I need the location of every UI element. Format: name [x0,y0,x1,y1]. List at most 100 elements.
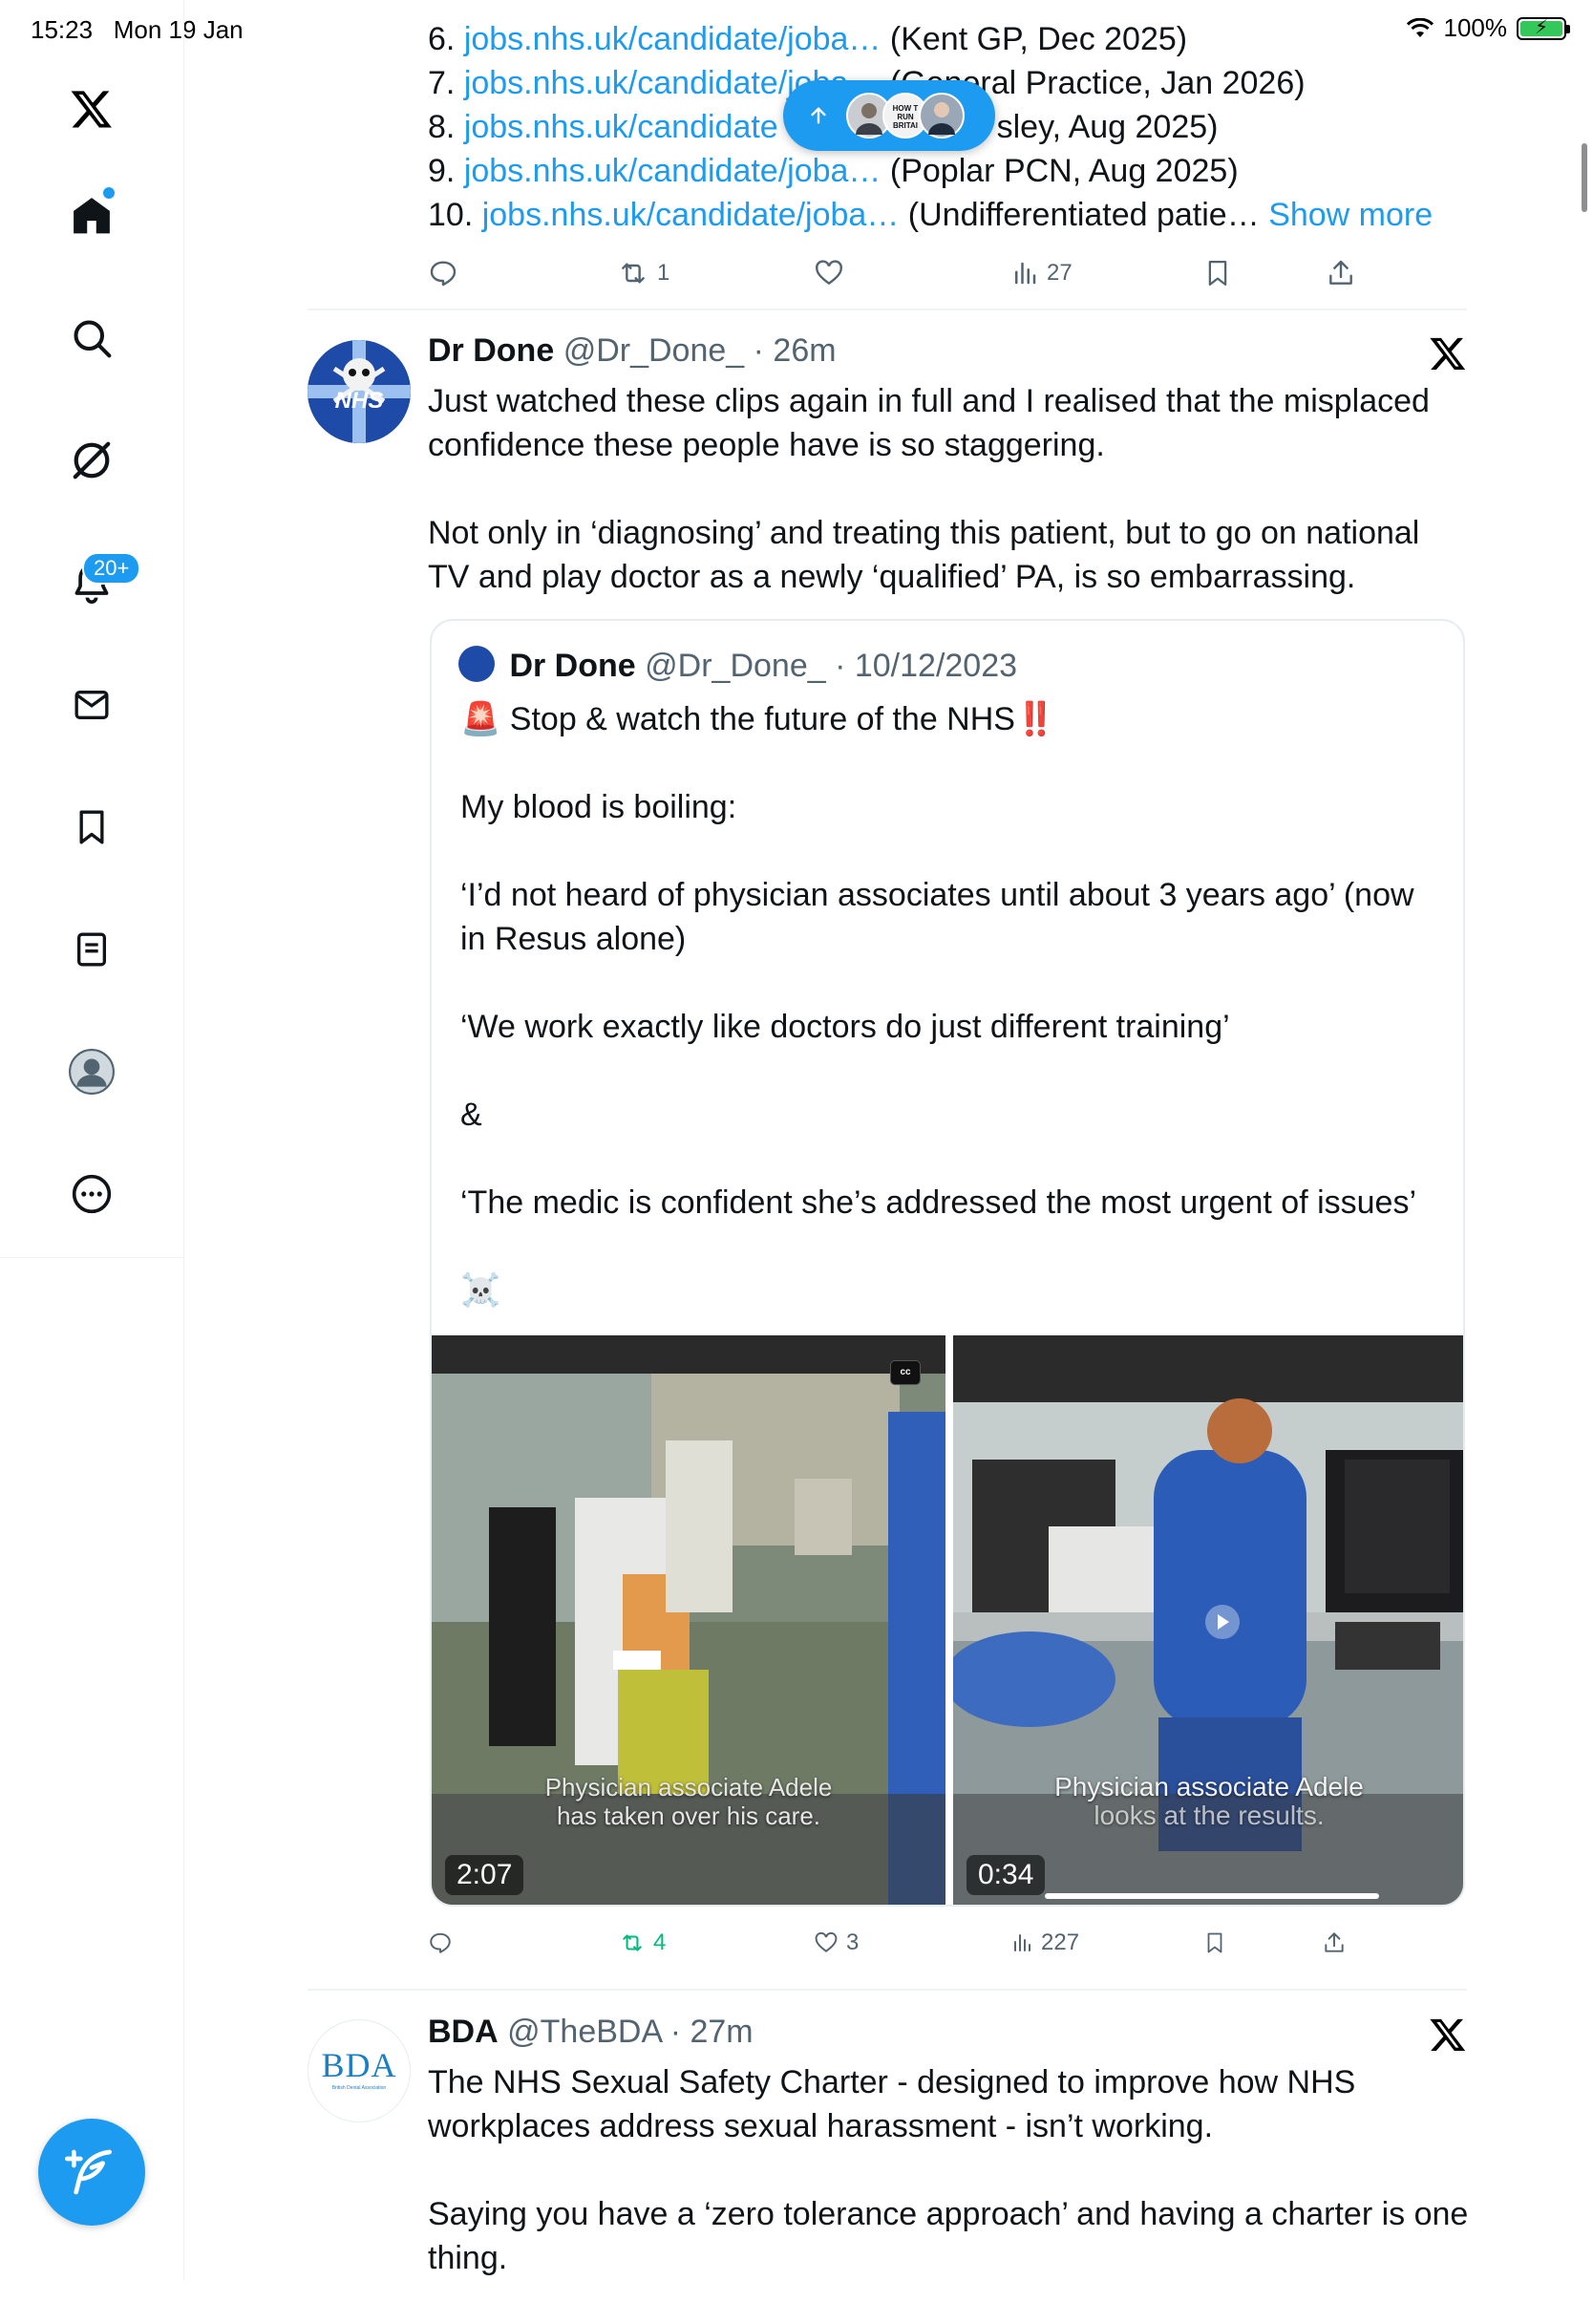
share-button[interactable] [1326,258,1356,288]
home-unread-dot [103,187,115,199]
quoted-avatar [458,646,495,682]
list-number: 6. [428,21,456,57]
job-link[interactable]: jobs.nhs.uk/candidate/joba… [464,21,881,57]
bookmark-button[interactable] [1203,1930,1226,1955]
show-more-link[interactable]: Show more [1268,197,1433,233]
x-logo-icon[interactable] [63,80,120,138]
share-icon [1329,260,1352,285]
notifications-badge: 20+ [82,552,141,585]
list-number: 7. [428,65,456,101]
author-handle[interactable]: @Dr_Done_ [563,332,745,369]
views-chart-icon [1015,262,1036,285]
battery-icon: ⚡ [1517,16,1570,40]
retweet-icon [623,1934,642,1951]
quoted-headline: Stop & watch the future of the NHS [509,701,1015,737]
x-badge-icon [1430,2018,1466,2051]
grok-icon[interactable] [63,432,120,489]
reply-icon [430,1932,451,1953]
status-bar-right: 100% ⚡ [1406,13,1570,43]
profile-avatar-icon[interactable] [63,1043,120,1100]
bookmarks-icon[interactable] [63,799,120,856]
scrollbar-thumb[interactable] [1582,143,1587,212]
lists-icon[interactable] [63,921,120,978]
list-desc: (Undifferentiated patie… [907,197,1260,233]
quoted-tweet[interactable]: Dr Done @Dr_Done_ · 10/12/2023 🚨 Stop & … [430,619,1465,1907]
retweet-button[interactable]: 4 [619,1930,666,1956]
tweet-paragraph: Just watched these clips again in full a… [428,383,1430,463]
share-button[interactable] [1322,1930,1347,1955]
tweet-time[interactable]: 27m [690,2014,753,2050]
tweet-divider [308,1989,1467,1991]
list-item: 6. jobs.nhs.uk/candidate/joba… (Kent GP,… [428,17,1187,61]
bookmark-icon [1207,1932,1222,1953]
avatar-sublabel: British Dental Association [331,2085,387,2091]
list-number: 9. [428,153,456,189]
search-icon[interactable] [63,309,120,367]
like-count: 3 [846,1930,860,1955]
tweet-time[interactable]: 26m [773,332,836,369]
reply-icon [430,261,457,287]
retweet-button[interactable]: 1 [617,258,669,288]
closed-captions-icon[interactable]: cc [890,1360,921,1385]
like-button[interactable] [814,258,844,288]
avatar-label: BDA [321,2046,397,2084]
avatar[interactable]: NHS [308,340,411,443]
video-player[interactable]: Physician associate Adele looks at the r… [953,1335,1463,1905]
tweet-actions: 1 27 [428,254,1469,292]
more-options-icon[interactable] [63,1165,120,1223]
caption-line: Physician associate Adele [1054,1772,1364,1802]
views-chart-icon [1014,1934,1030,1951]
job-link[interactable]: jobs.nhs.uk/candidate [464,109,778,145]
video-duration: 2:07 [445,1855,524,1895]
quoted-date: 10/12/2023 [854,648,1018,684]
avatar[interactable]: BDA British Dental Association [308,2019,411,2122]
like-button[interactable]: 3 [814,1930,859,1956]
list-item: 10. jobs.nhs.uk/candidate/joba… (Undiffe… [428,193,1433,237]
reply-button[interactable] [428,1930,453,1955]
quoted-tweet-header: Dr Done @Dr_Done_ · 10/12/2023 [458,646,1017,685]
new-posts-pill[interactable]: HOW T RUN BRITAI [783,80,995,151]
siren-emoji: 🚨 [460,701,501,737]
tweet-text: The NHS Sexual Safety Charter - designed… [428,2060,1469,2324]
compose-feather-icon [65,2149,112,2195]
quoted-paragraph: ‘We work exactly like doctors do just di… [460,1009,1230,1045]
caption-line: Physician associate Adele [544,1773,833,1802]
list-desc: sley, Aug 2025) [996,109,1219,145]
author-name[interactable]: Dr Done [428,332,554,369]
job-link[interactable]: jobs.nhs.uk/candidate/joba… [464,153,881,189]
views-button[interactable]: 227 [1010,1930,1079,1956]
quoted-paragraph: & [460,1097,482,1133]
x-badge-icon [1430,337,1466,370]
list-number: 10. [428,197,474,233]
home-icon[interactable] [63,187,120,245]
video-player[interactable]: cc Physician associate Adele has taken o… [432,1335,945,1905]
tweet-header: BDA @TheBDA · 27m [428,2014,754,2050]
share-icon [1325,1932,1344,1952]
author-name[interactable]: BDA [428,2014,499,2050]
list-item: 9. jobs.nhs.uk/candidate/joba… (Poplar P… [428,149,1239,193]
list-number: 8. [428,109,456,145]
video-caption: Physician associate Adele looks at the r… [953,1772,1463,1830]
tweet-actions: 4 3 227 [428,1924,1469,1962]
retweet-icon [622,263,645,284]
views-button[interactable]: 27 [1010,259,1073,288]
video-caption: Physician associate Adele has taken over… [432,1773,945,1830]
tweet-text: Just watched these clips again in full a… [428,379,1469,643]
views-count: 27 [1047,260,1073,286]
retweet-count: 1 [657,260,670,286]
compose-post-button[interactable] [38,2119,145,2226]
views-count: 227 [1041,1930,1080,1955]
quoted-paragraph: My blood is boiling: [460,789,737,825]
quoted-author-handle: @Dr_Done_ [645,648,826,684]
messages-envelope-icon[interactable] [63,676,120,734]
caption-line: looks at the results. [1094,1801,1325,1830]
bookmark-button[interactable] [1203,258,1232,288]
list-desc: (Kent GP, Dec 2025) [889,21,1188,57]
reply-button[interactable] [428,258,458,288]
video-progress-bar[interactable] [1045,1893,1379,1899]
tweet-header: Dr Done @Dr_Done_ · 26m [428,332,837,369]
job-link[interactable]: jobs.nhs.uk/candidate/joba… [482,197,900,233]
tweet-divider [308,309,1467,310]
pill-avatar [919,93,965,139]
author-handle[interactable]: @TheBDA [507,2014,661,2050]
